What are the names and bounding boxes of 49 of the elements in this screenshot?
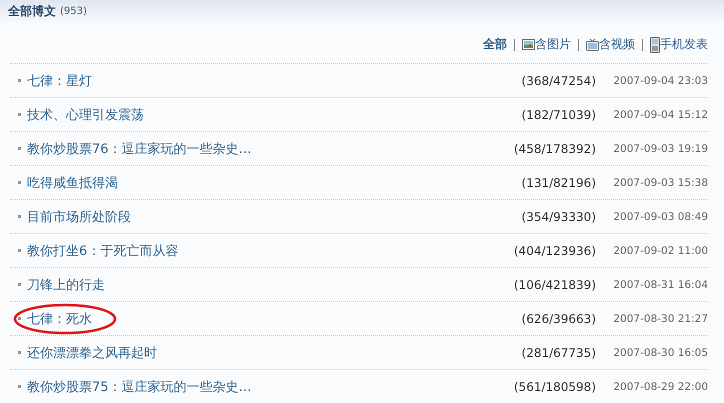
post-title-link[interactable]: 目前市场所处阶段 [27,208,522,226]
post-date: 2007-09-03 08:49 [612,210,708,222]
comment-view-count: (106/421839) [514,278,596,292]
section-title: 全部博文 [8,2,56,20]
post-count: (953) [60,6,87,16]
post-title-link[interactable]: 七律：星灯 [27,72,522,90]
post-title-link[interactable]: 教你炒股票75：逗庄家玩的一些杂史… [27,378,514,396]
filter-link[interactable]: 含图片 [535,36,571,53]
bullet-icon [18,351,21,354]
comment-view-count: (626/39663) [522,312,596,326]
comment-view-count: (458/178392) [514,142,596,156]
post-title-link[interactable]: 刀锋上的行走 [27,276,514,294]
filter-link[interactable]: 含视频 [599,36,635,53]
comment-view-count: (368/47254) [522,74,596,88]
comment-view-count: (404/123936) [514,244,596,258]
post-date: 2007-08-29 22:00 [612,380,708,392]
bullet-icon [18,283,21,286]
comment-view-count: (131/82196) [522,176,596,190]
filter-link[interactable]: 手机发表 [660,36,708,53]
bullet-icon [18,181,21,184]
phone-icon [650,36,660,52]
post-date: 2007-09-03 19:19 [612,142,708,154]
bullet-icon [18,79,21,82]
bullet-icon [18,385,21,388]
post-title-link[interactable]: 教你打坐6：于死亡而从容 [27,242,514,260]
tv-icon [586,38,599,50]
bullet-icon [18,317,21,320]
comment-view-count: (561/180598) [514,380,596,394]
comment-view-count: (281/67735) [522,346,596,360]
post-date: 2007-09-03 15:38 [612,176,708,188]
post-date: 2007-09-02 11:00 [612,244,708,256]
bullet-icon [18,215,21,218]
post-date: 2007-08-31 16:04 [612,278,708,290]
post-date: 2007-08-30 16:05 [612,346,708,358]
post-date: 2007-09-04 15:12 [612,108,708,120]
post-title-link[interactable]: 吃得咸鱼抵得渴 [27,174,522,192]
post-title-link[interactable]: 教你炒股票76：逗庄家玩的一些杂史… [27,140,514,158]
picture-icon [522,39,535,50]
bullet-icon [18,147,21,150]
filter-link[interactable]: 全部 [483,36,507,53]
post-date: 2007-09-04 23:03 [612,74,708,86]
comment-view-count: (354/93330) [522,210,596,224]
bullet-icon [18,249,21,252]
post-title-link[interactable]: 七律：死水 [27,310,522,328]
bullet-icon [18,113,21,116]
post-date: 2007-08-30 21:27 [612,312,708,324]
comment-view-count: (182/71039) [522,108,596,122]
post-title-link[interactable]: 还你漂漂拳之风再起时 [27,344,522,362]
post-title-link[interactable]: 技术、心理引发震荡 [27,106,522,124]
